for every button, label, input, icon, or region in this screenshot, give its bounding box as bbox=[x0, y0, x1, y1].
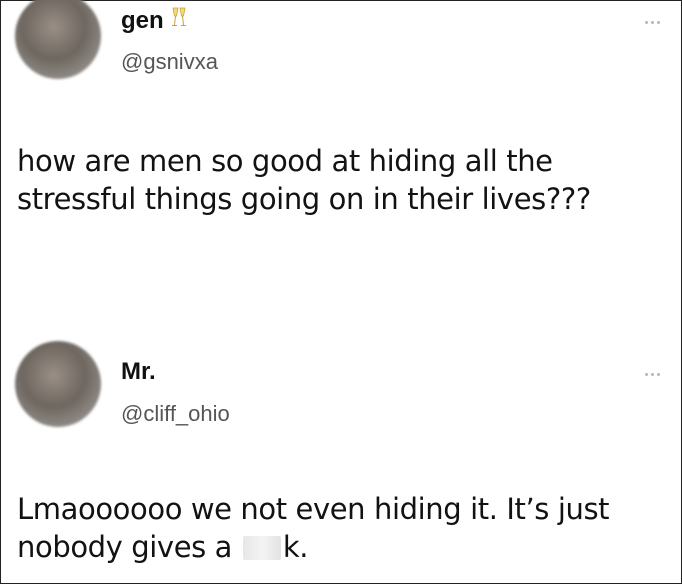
display-name[interactable]: Mr. bbox=[121, 358, 156, 386]
display-name[interactable]: gen bbox=[121, 7, 164, 35]
censor-blur bbox=[242, 536, 281, 560]
more-options-icon[interactable] bbox=[645, 371, 663, 377]
more-options-icon[interactable] bbox=[645, 19, 663, 25]
tweet-text-after-censor: k. bbox=[282, 530, 309, 564]
tweet-text-before-censor: Lmaoooooo we not even hiding it. It’s ju… bbox=[17, 492, 610, 564]
name-row: gen bbox=[121, 7, 190, 35]
screenshot-frame: gen @gsnivxa how are men so good at hidi… bbox=[0, 0, 682, 584]
avatar[interactable] bbox=[15, 341, 101, 427]
tweet[interactable]: gen @gsnivxa how are men so good at hidi… bbox=[1, 0, 681, 291]
avatar[interactable] bbox=[15, 0, 101, 79]
champagne-glasses-icon bbox=[168, 6, 190, 28]
tweet-text: how are men so good at hiding all the st… bbox=[17, 144, 591, 216]
name-row: Mr. bbox=[121, 358, 156, 386]
handle[interactable]: @gsnivxa bbox=[121, 49, 218, 75]
tweet-text: Lmaoooooo we not even hiding it. It’s ju… bbox=[17, 490, 661, 566]
tweet[interactable]: Mr. @cliff_ohio Lmaoooooo we not even hi… bbox=[1, 301, 681, 583]
handle[interactable]: @cliff_ohio bbox=[121, 401, 230, 427]
